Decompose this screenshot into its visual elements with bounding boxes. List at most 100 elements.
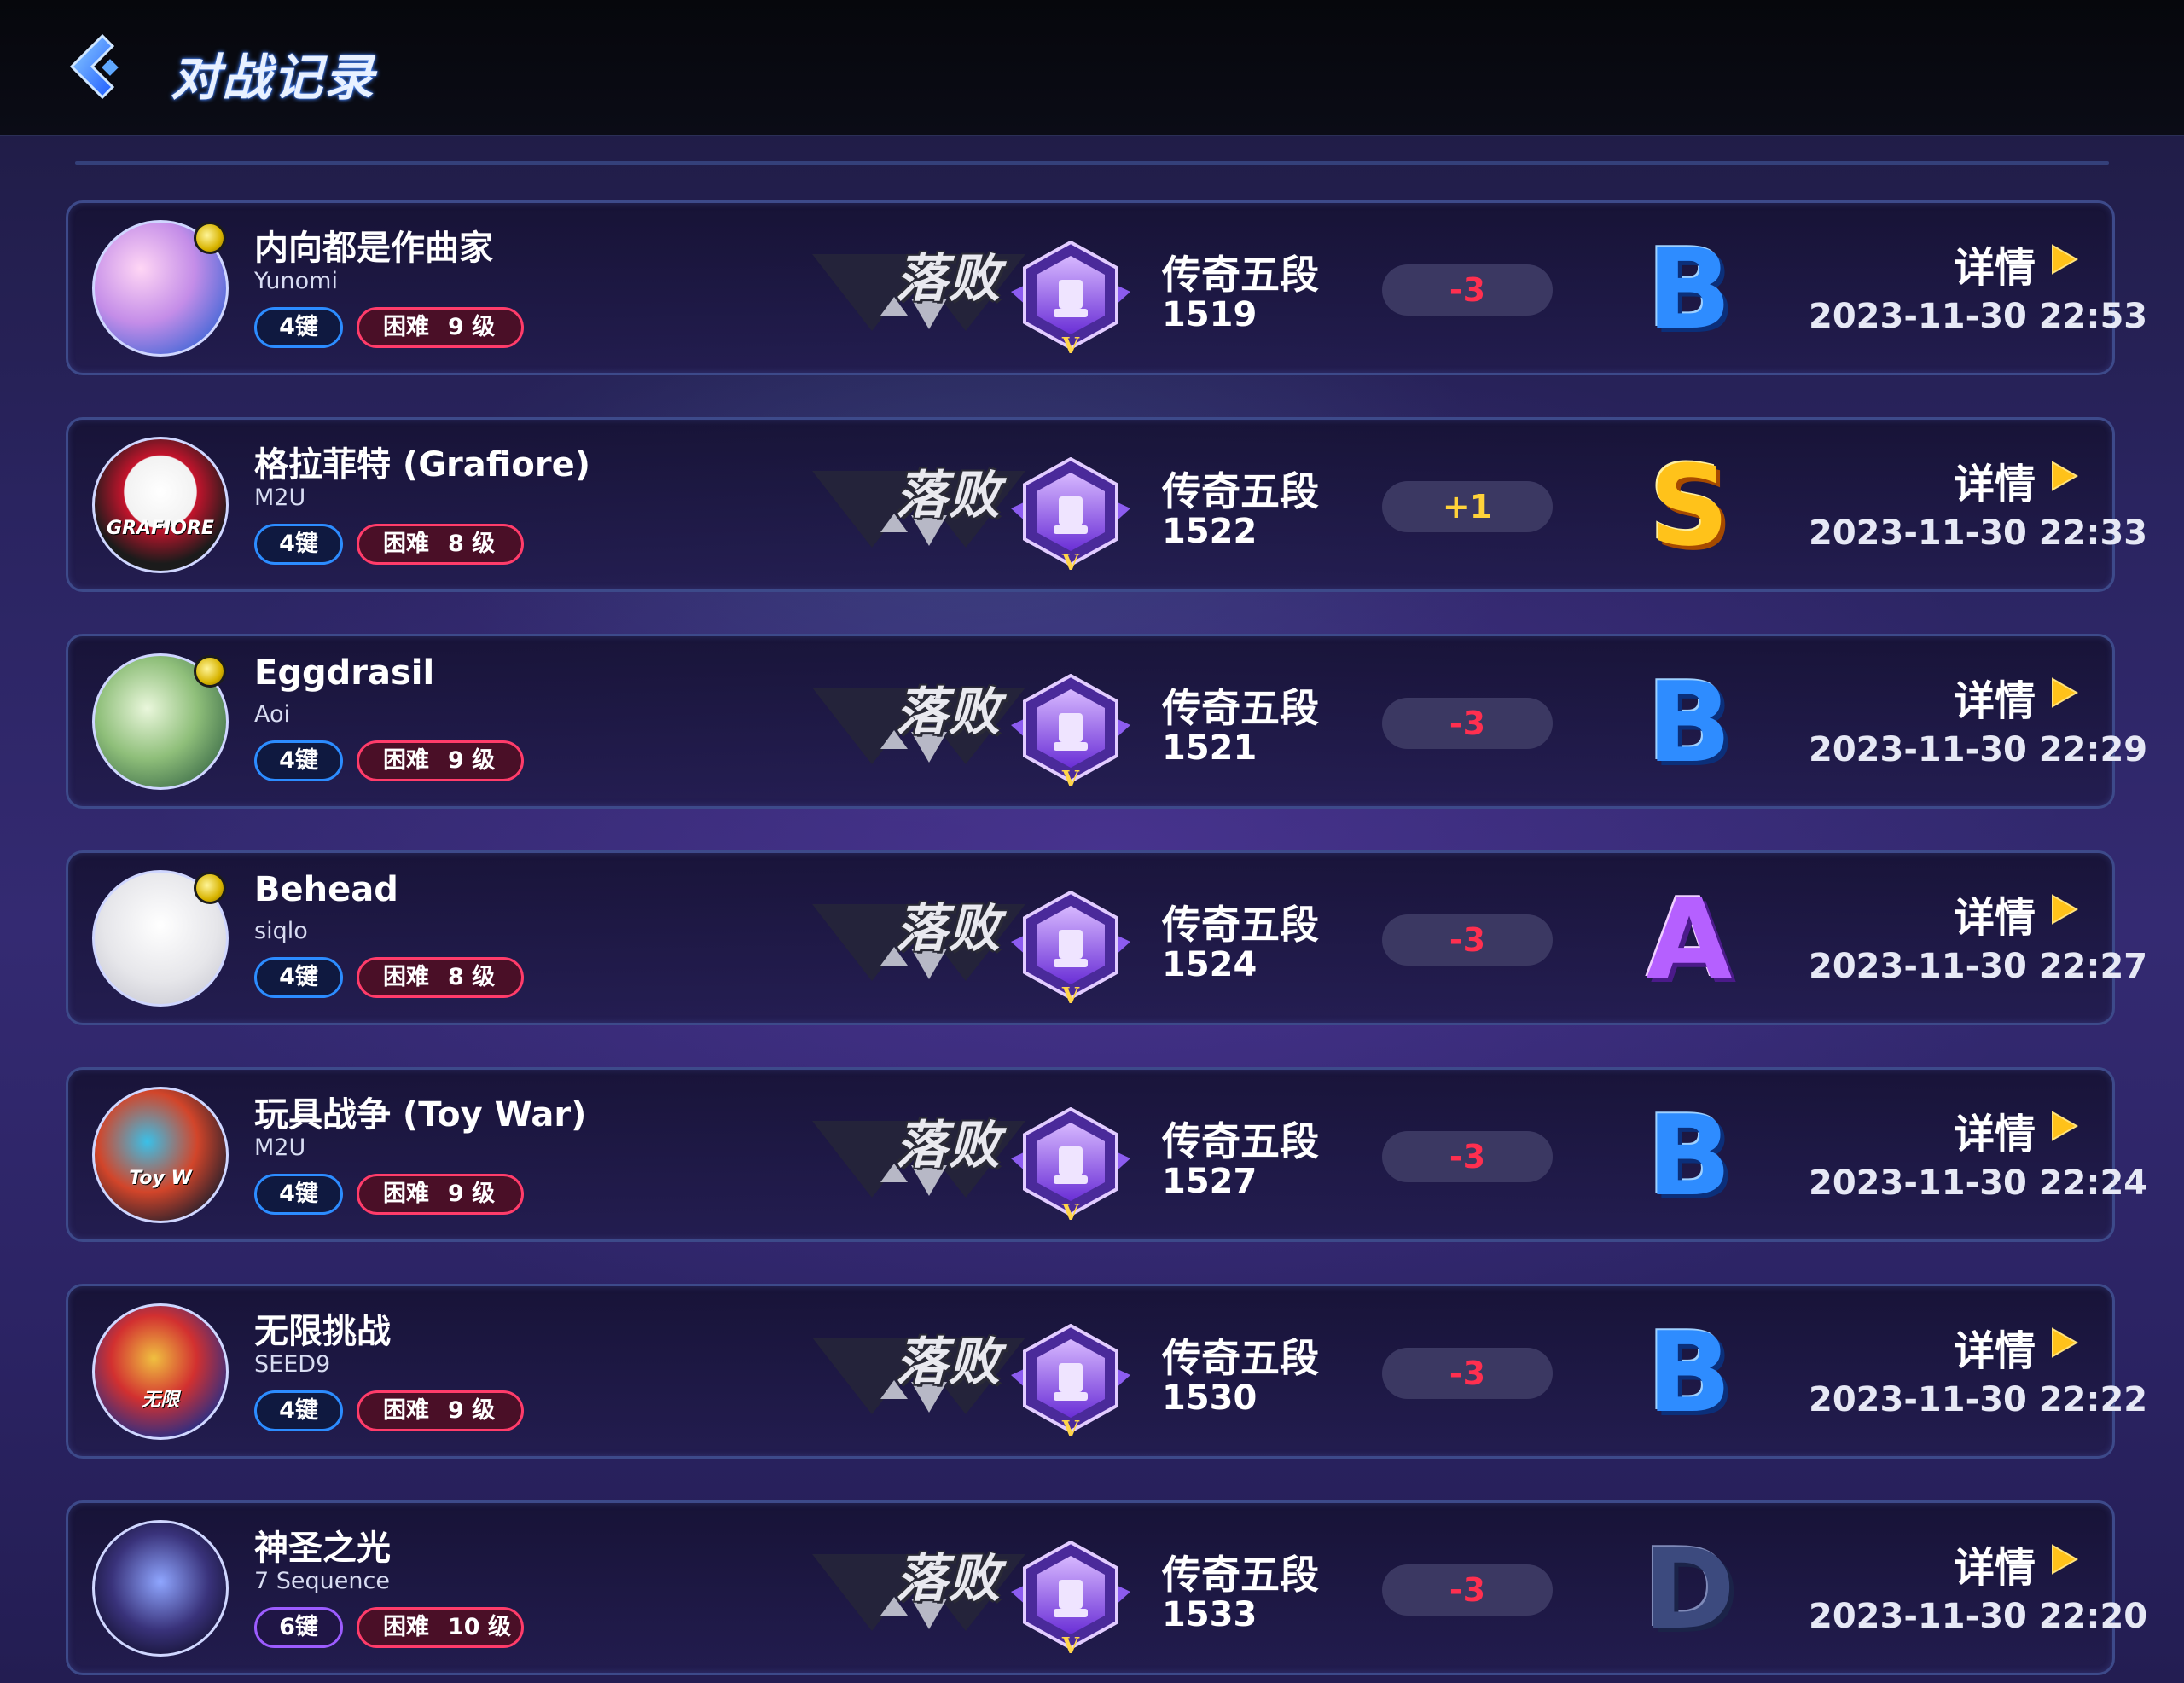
rating-delta: -3 xyxy=(1382,1131,1553,1182)
rank-points: 1533 xyxy=(1162,1595,1258,1634)
score-grade: S xyxy=(1649,441,1729,571)
svg-text:V: V xyxy=(1061,550,1080,576)
rank-points: 1519 xyxy=(1162,295,1258,334)
rank-name: 传奇五段 xyxy=(1162,1118,1319,1164)
rank-emblem-icon: V xyxy=(1011,1324,1130,1442)
score-grade: B xyxy=(1647,1308,1732,1437)
song-artist: SEED9 xyxy=(254,1351,331,1378)
key-mode-pill: 4键 xyxy=(254,1174,343,1215)
key-mode-pill: 6键 xyxy=(254,1607,343,1648)
score-grade: A xyxy=(1646,874,1733,1004)
song-artist: M2U xyxy=(254,485,306,511)
song-title: 神圣之光 xyxy=(254,1529,391,1568)
detail-link[interactable]: 详情 xyxy=(1954,1100,2036,1160)
difficulty-pill: 困难 9 级 xyxy=(357,307,524,348)
difficulty-level: 9 级 xyxy=(448,1181,496,1207)
result-text: 落败 xyxy=(896,1332,1002,1392)
battle-record-card[interactable]: 无限 无限挑战 SEED9 4键 困难 9 级 落败 V 传奇五段 1530 -… xyxy=(66,1284,2148,1459)
difficulty-pill: 困难 9 级 xyxy=(357,1174,524,1215)
svg-text:V: V xyxy=(1061,1417,1080,1442)
play-arrow-icon[interactable] xyxy=(2049,242,2080,276)
difficulty-name: 困难 xyxy=(383,1614,429,1640)
match-datetime: 2023-11-30 22:29 xyxy=(1809,730,2148,769)
rank-points: 1521 xyxy=(1162,728,1258,768)
play-arrow-icon[interactable] xyxy=(2049,1109,2080,1143)
svg-text:V: V xyxy=(1061,334,1080,359)
rating-delta: -3 xyxy=(1382,264,1553,316)
achievement-badge-icon xyxy=(194,222,226,254)
rank-emblem-icon: V xyxy=(1011,1541,1130,1659)
match-result: 落败 xyxy=(804,1320,1034,1423)
rank-name: 传奇五段 xyxy=(1162,685,1319,731)
cover-logo-text: Toy W xyxy=(129,1168,192,1189)
svg-text:V: V xyxy=(1061,984,1080,1009)
rank-emblem-icon: V xyxy=(1011,241,1130,359)
difficulty-name: 困难 xyxy=(383,964,429,990)
rank-name: 传奇五段 xyxy=(1162,1552,1319,1598)
result-text: 落败 xyxy=(896,1549,1002,1609)
detail-link[interactable]: 详情 xyxy=(1954,1317,2036,1377)
rank-name: 传奇五段 xyxy=(1162,1335,1319,1381)
battle-record-card[interactable]: Behead siqlo 4键 困难 8 级 落败 V 传奇五段 1524 -3… xyxy=(66,850,2148,1025)
battle-record-card[interactable]: Toy W 玩具战争 (Toy War) M2U 4键 困难 9 级 落败 V … xyxy=(66,1067,2148,1242)
detail-link[interactable]: 详情 xyxy=(1954,234,2036,293)
song-artist: M2U xyxy=(254,1135,306,1161)
difficulty-level: 10 级 xyxy=(448,1614,511,1640)
song-title: Behead xyxy=(254,870,398,909)
result-text: 落败 xyxy=(896,1116,1002,1175)
match-result: 落败 xyxy=(804,887,1034,989)
key-mode-pill: 4键 xyxy=(254,307,343,348)
rank-points: 1527 xyxy=(1162,1162,1258,1201)
play-arrow-icon[interactable] xyxy=(2049,1326,2080,1360)
svg-text:V: V xyxy=(1061,1634,1080,1659)
rating-delta: -3 xyxy=(1382,1348,1553,1399)
difficulty-name: 困难 xyxy=(383,1181,429,1207)
achievement-badge-icon xyxy=(194,655,226,688)
difficulty-level: 8 级 xyxy=(448,531,496,557)
cover-logo-text: GRAFIORE xyxy=(107,518,214,539)
match-datetime: 2023-11-30 22:22 xyxy=(1809,1380,2148,1419)
rank-name: 传奇五段 xyxy=(1162,252,1319,298)
difficulty-pill: 困难 9 级 xyxy=(357,1390,524,1431)
song-title: 无限挑战 xyxy=(254,1312,391,1351)
rank-name: 传奇五段 xyxy=(1162,902,1319,948)
difficulty-pill: 困难 9 级 xyxy=(357,740,524,781)
song-cover-avatar: GRAFIORE xyxy=(92,437,229,573)
play-arrow-icon[interactable] xyxy=(2049,459,2080,493)
detail-link[interactable]: 详情 xyxy=(1954,1534,2036,1593)
rank-points: 1522 xyxy=(1162,512,1258,551)
rank-emblem-icon: V xyxy=(1011,457,1130,576)
key-mode-pill: 4键 xyxy=(254,524,343,565)
play-arrow-icon[interactable] xyxy=(2049,676,2080,710)
score-grade: B xyxy=(1647,1091,1732,1221)
rank-emblem-icon: V xyxy=(1011,674,1130,792)
rating-delta: +1 xyxy=(1382,481,1553,532)
song-artist: 7 Sequence xyxy=(254,1568,390,1594)
match-result: 落败 xyxy=(804,670,1034,773)
play-arrow-icon[interactable] xyxy=(2049,892,2080,926)
match-datetime: 2023-11-30 22:27 xyxy=(1809,947,2148,986)
detail-link[interactable]: 详情 xyxy=(1954,884,2036,943)
match-result: 落败 xyxy=(804,1537,1034,1639)
match-result: 落败 xyxy=(804,454,1034,556)
battle-record-card[interactable]: GRAFIORE 格拉菲特 (Grafiore) M2U 4键 困难 8 级 落败 xyxy=(66,417,2147,592)
cover-logo-text: 无限 xyxy=(141,1390,179,1411)
key-mode-pill: 4键 xyxy=(254,957,343,998)
rating-delta: -3 xyxy=(1382,698,1553,749)
detail-link[interactable]: 详情 xyxy=(1954,667,2036,727)
battle-record-card[interactable]: Eggdrasil Aoi 4键 困难 9 级 落败 V 传奇五段 1521 -… xyxy=(66,634,2148,809)
detail-link[interactable]: 详情 xyxy=(1954,450,2036,510)
difficulty-pill: 困难 10 级 xyxy=(357,1607,524,1648)
difficulty-level: 9 级 xyxy=(448,747,496,774)
song-title: Eggdrasil xyxy=(254,653,435,693)
song-title: 格拉菲特 (Grafiore) xyxy=(254,445,591,485)
battle-record-card[interactable]: 内向都是作曲家 Yunomi 4键 困难 9 级 落败 V 传奇五段 1519 … xyxy=(66,200,2147,375)
match-datetime: 2023-11-30 22:24 xyxy=(1809,1164,2148,1203)
play-arrow-icon[interactable] xyxy=(2049,1542,2080,1576)
rank-points: 1530 xyxy=(1162,1378,1258,1418)
rating-delta: -3 xyxy=(1382,1564,1553,1616)
song-cover-avatar: Toy W xyxy=(92,1087,229,1223)
song-artist: Yunomi xyxy=(254,268,338,294)
match-result: 落败 xyxy=(804,237,1034,340)
battle-record-card[interactable]: 神圣之光 7 Sequence 6键 困难 10 级 落败 V 传奇五段 153… xyxy=(66,1500,2147,1675)
